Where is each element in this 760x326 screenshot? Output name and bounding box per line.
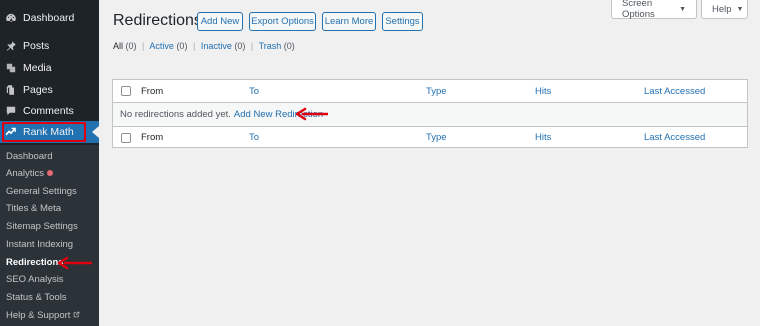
filter-count: (0) bbox=[234, 41, 246, 51]
help-button[interactable]: Help ▼ bbox=[701, 0, 748, 19]
caret-down-icon: ▼ bbox=[679, 5, 686, 13]
filter-separator: | bbox=[192, 41, 196, 51]
column-header-type[interactable]: Type bbox=[426, 80, 447, 102]
admin-sidebar: Dashboard Posts Media Pages Comments Ran… bbox=[0, 0, 99, 326]
current-menu-indicator bbox=[92, 126, 99, 138]
settings-button[interactable]: Settings bbox=[382, 12, 423, 31]
submenu-item-instant-indexing[interactable]: Instant Indexing bbox=[6, 239, 73, 250]
submenu-item-analytics[interactable]: Analytics bbox=[6, 168, 54, 179]
menu-item-media[interactable]: Media bbox=[0, 57, 99, 79]
learn-more-button[interactable]: Learn More bbox=[322, 12, 376, 31]
menu-item-comments[interactable]: Comments bbox=[0, 100, 99, 122]
column-header-from: From bbox=[141, 85, 164, 97]
comment-icon bbox=[4, 104, 18, 118]
filter-trash[interactable]: Trash bbox=[259, 41, 282, 51]
status-filters: All (0) | Active (0) | Inactive (0) | Tr… bbox=[113, 41, 295, 51]
column-header-to[interactable]: To bbox=[249, 80, 259, 102]
redirections-table: From To Type Hits Last Accessed No redir… bbox=[112, 79, 748, 148]
column-footer-last-accessed[interactable]: Last Accessed bbox=[644, 127, 705, 148]
menu-item-pages[interactable]: Pages bbox=[0, 79, 99, 101]
select-all-checkbox[interactable] bbox=[121, 133, 131, 143]
filter-count: (0) bbox=[176, 41, 188, 51]
screen-options-button[interactable]: Screen Options ▼ bbox=[611, 0, 697, 20]
submenu-item-dashboard[interactable]: Dashboard bbox=[6, 151, 52, 162]
annotation-highlight-box bbox=[2, 122, 86, 142]
column-header-hits[interactable]: Hits bbox=[535, 80, 551, 102]
filter-active[interactable]: Active bbox=[149, 41, 174, 51]
pages-icon bbox=[4, 83, 18, 97]
submenu-item-redirections[interactable]: Redirections bbox=[6, 257, 64, 268]
column-footer-type[interactable]: Type bbox=[426, 127, 447, 148]
menu-item-dashboard[interactable]: Dashboard bbox=[0, 7, 99, 29]
add-new-button[interactable]: Add New bbox=[197, 12, 243, 31]
dashboard-icon bbox=[4, 11, 18, 25]
external-link-icon bbox=[73, 310, 80, 321]
filter-separator: | bbox=[142, 41, 145, 51]
table-empty-row: No redirections added yet. Add New Redir… bbox=[113, 103, 747, 126]
submenu-item-titles-meta[interactable]: Titles & Meta bbox=[6, 203, 61, 214]
notification-dot bbox=[47, 170, 54, 177]
page-title: Redirections bbox=[113, 12, 202, 29]
submenu-item-sitemap-settings[interactable]: Sitemap Settings bbox=[6, 221, 78, 232]
column-footer-hits[interactable]: Hits bbox=[535, 127, 551, 148]
submenu-item-status-tools[interactable]: Status & Tools bbox=[6, 292, 67, 303]
column-footer-to[interactable]: To bbox=[249, 127, 259, 148]
table-header-row: From To Type Hits Last Accessed bbox=[113, 80, 747, 103]
menu-label: Comments bbox=[23, 105, 74, 117]
column-header-last-accessed[interactable]: Last Accessed bbox=[644, 80, 705, 102]
filter-count: (0) bbox=[125, 41, 137, 51]
filter-separator: | bbox=[250, 41, 254, 51]
empty-message: No redirections added yet. Add New Redir… bbox=[120, 109, 324, 120]
menu-label: Posts bbox=[23, 40, 50, 52]
submenu-item-general-settings[interactable]: General Settings bbox=[6, 186, 77, 197]
pin-icon bbox=[4, 39, 18, 53]
export-options-button[interactable]: Export Options bbox=[249, 12, 316, 31]
filter-count: (0) bbox=[283, 41, 295, 51]
select-all-checkbox[interactable] bbox=[121, 86, 131, 96]
submenu-item-help-support[interactable]: Help & Support bbox=[6, 310, 80, 321]
caret-down-icon: ▼ bbox=[736, 5, 744, 13]
filter-all[interactable]: All bbox=[113, 41, 123, 51]
menu-label: Media bbox=[23, 62, 52, 74]
filter-inactive[interactable]: Inactive bbox=[201, 41, 232, 51]
column-footer-from: From bbox=[141, 132, 164, 143]
table-footer-row: From To Type Hits Last Accessed bbox=[113, 126, 747, 148]
menu-label: Pages bbox=[23, 84, 53, 96]
annotation-arrow-left bbox=[295, 107, 328, 121]
media-icon bbox=[4, 61, 18, 75]
menu-item-rank-math[interactable]: Rank Math bbox=[0, 121, 99, 143]
rank-math-submenu: Dashboard Analytics General Settings Tit… bbox=[0, 145, 99, 326]
annotation-arrow-left bbox=[57, 256, 92, 270]
menu-item-posts[interactable]: Posts bbox=[0, 35, 99, 57]
menu-label: Dashboard bbox=[23, 12, 75, 24]
submenu-item-seo-analysis[interactable]: SEO Analysis bbox=[6, 274, 64, 285]
